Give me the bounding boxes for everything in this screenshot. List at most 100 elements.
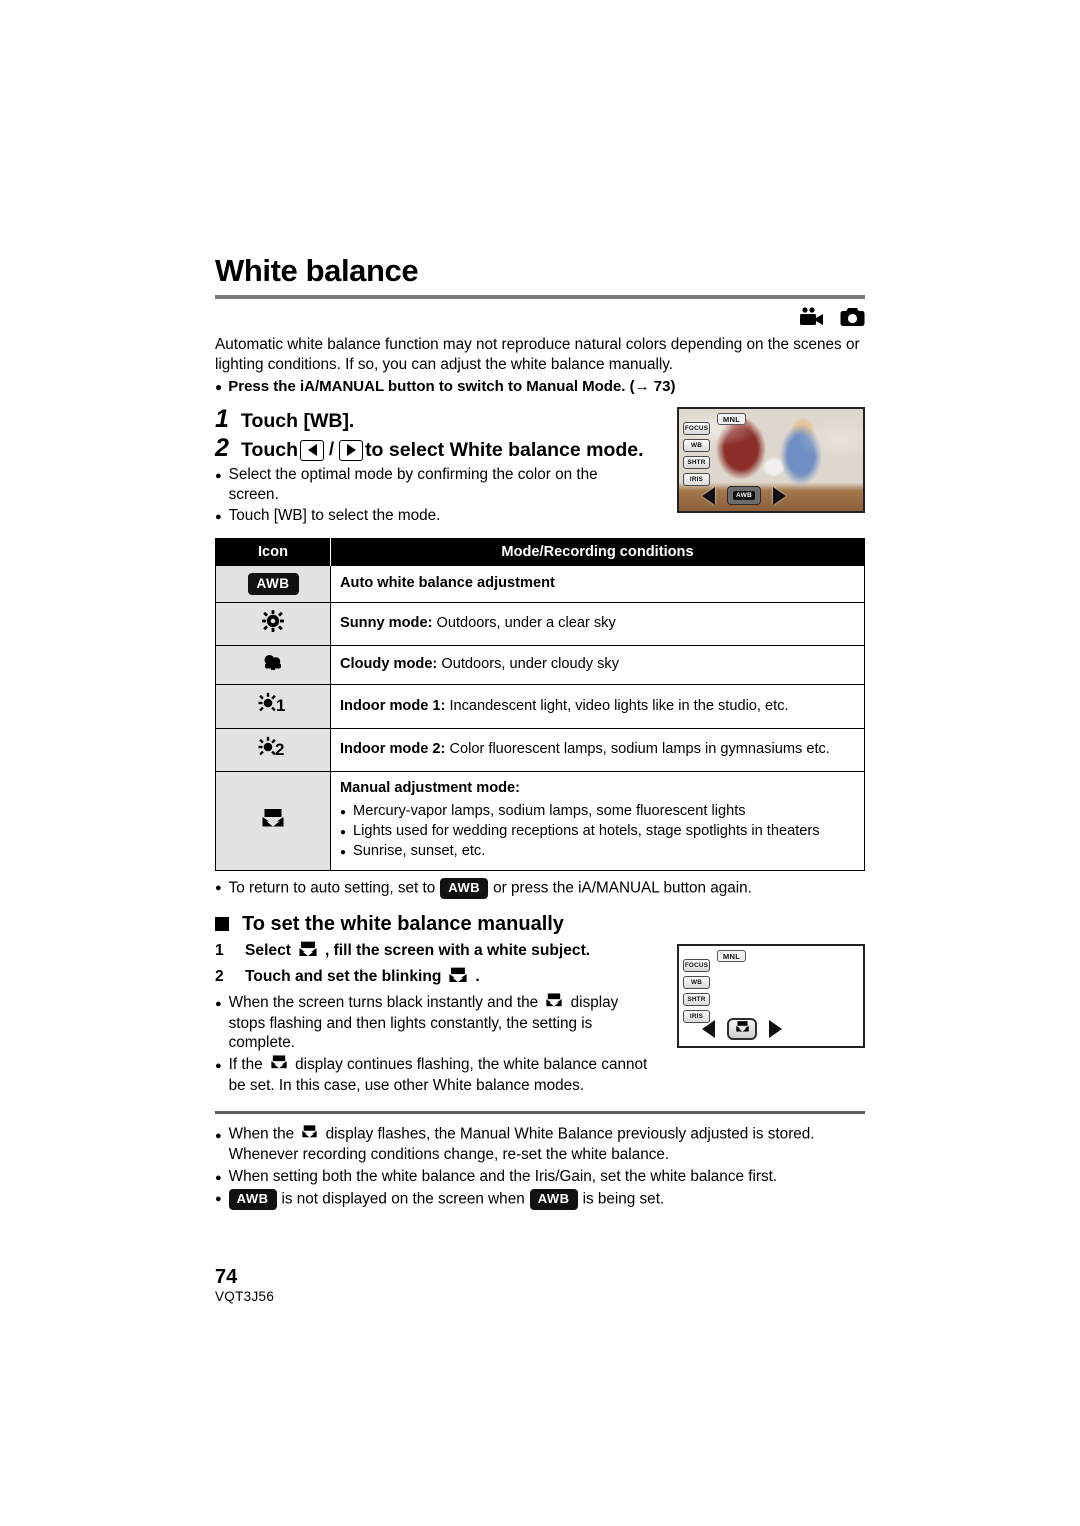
title-rule	[215, 294, 865, 299]
manual-section-heading: To set the white balance manually	[215, 913, 865, 935]
bullet-dot: ●	[215, 1129, 222, 1142]
sunny-icon	[262, 609, 284, 636]
lcd-overlay-2: MNL FOCUS WB SHTR IRIS	[679, 946, 863, 1046]
document-code: VQT3J56	[215, 1289, 275, 1304]
after-table-note: ● To return to auto setting, set to AWB or…	[215, 877, 865, 899]
camera-lcd-preview-2: MNL FOCUS WB SHTR IRIS	[677, 943, 865, 1048]
right-arrow-key-icon[interactable]	[339, 439, 364, 461]
page-number: 74	[215, 1266, 238, 1288]
bullet-dot: ●	[215, 380, 223, 395]
awb-badge-icon: AWB	[440, 877, 489, 899]
video-camera-icon	[798, 306, 824, 327]
final-notes: ● When the display flashes, the Manual W…	[215, 1124, 865, 1210]
icon-cell-indoor-2: 2	[215, 727, 331, 772]
mnl-badge: MNL	[717, 949, 747, 962]
lcd-right-arrow-icon[interactable]	[769, 1019, 782, 1038]
icon-cell-indoor-1: 1	[215, 684, 331, 729]
list-item-text: Sunrise, sunset, etc.	[353, 843, 486, 860]
page-content: White balance Automatic white balance fu…	[215, 253, 865, 1212]
lcd-button-shtr[interactable]: SHTR	[683, 992, 710, 1006]
step-bullets: ● Select the optimal mode by confirming …	[215, 465, 685, 526]
lcd-control-bar-2	[702, 1017, 782, 1040]
bullet-dot: ●	[215, 1060, 222, 1073]
row-lead: Cloudy mode:	[340, 656, 438, 673]
manual-step-2-before: Touch and set the blinking	[245, 968, 442, 986]
left-arrow-key-icon[interactable]	[300, 439, 325, 461]
steps-list: 1 Touch [WB]. 2 Touch / to select White …	[215, 407, 685, 525]
lcd-left-arrow-icon[interactable]	[702, 1019, 715, 1038]
bullet-dot: ●	[215, 469, 222, 482]
step-bullet-text: Touch [WB] to select the mode.	[228, 506, 441, 524]
intro-paragraph: Automatic white balance function may not…	[215, 335, 860, 373]
table-row: Manual adjustment mode: ● Mercury-vapor l…	[215, 771, 865, 871]
row-lead: Manual adjustment mode:	[340, 780, 521, 797]
lcd-button-wb[interactable]: WB	[683, 439, 710, 453]
lcd-left-arrow-icon[interactable]	[702, 486, 715, 505]
manual-steps-list: 1 Select , fill the screen with a white …	[215, 940, 685, 1096]
lcd-button-focus[interactable]: FOCUS	[683, 958, 710, 972]
step-2-label-before: Touch	[241, 438, 299, 461]
lcd-overlay-1: MNL FOCUS WB SHTR IRIS AWB	[679, 409, 863, 511]
page-footer: 74 VQT3J56	[215, 1266, 274, 1304]
intro-note: ● Press the iA/MANUAL button to switch t…	[215, 377, 865, 397]
indoor-2-icon: 2	[258, 736, 288, 762]
camera-lcd-preview-1: MNL FOCUS WB SHTR IRIS AWB	[677, 407, 865, 514]
mnl-badge: MNL	[717, 413, 747, 426]
step-bullet-item: ● Touch [WB] to select the mode.	[215, 506, 685, 526]
step-2-label-after: to select White balance mode.	[365, 438, 644, 461]
page-title: White balance	[215, 253, 419, 288]
list-item: ● Sunrise, sunset, etc.	[340, 842, 855, 861]
note-before: To return to auto setting, set to	[228, 879, 436, 897]
row-rest: Color fluorescent lamps, sodium lamps in…	[445, 741, 830, 758]
lcd-button-wb[interactable]: WB	[683, 975, 710, 989]
auto-reset-note-text: To return to auto setting, set to AWB or p…	[228, 877, 752, 899]
lcd-side-buttons-1: FOCUS WB SHTR IRIS	[683, 422, 710, 487]
manual-steps-section: 1 Select , fill the screen with a white …	[215, 940, 865, 1096]
table-header-row: Icon Mode/Recording conditions	[215, 538, 865, 566]
manual-white-balance-icon	[448, 966, 468, 989]
lcd-center-button-2[interactable]	[727, 1017, 757, 1040]
manual-white-balance-icon	[735, 1020, 750, 1038]
row-lead: Sunny mode:	[340, 615, 433, 632]
table-header-icon: Icon	[215, 538, 331, 566]
manual-step-1-number: 1	[215, 942, 224, 960]
list-item-text: Mercury-vapor lamps, sodium lamps, some …	[353, 802, 746, 819]
step-2-text: Touch / to select White balance mode.	[241, 439, 644, 462]
bullet-dot: ●	[215, 1171, 222, 1184]
bullet-dot: ●	[215, 881, 222, 894]
table-row: 1 Indoor mode 1: Incandescent light, vid…	[215, 684, 865, 729]
indoor-1-icon: 1	[258, 693, 288, 718]
mode-icons-row	[215, 305, 865, 329]
row-rest: Incandescent light, video lights like in…	[445, 697, 789, 714]
step-bullet-item: ● Select the optimal mode by confirming …	[215, 465, 685, 505]
bullet-before: When the screen turns black instantly an…	[228, 993, 539, 1011]
square-bullet-icon	[215, 916, 229, 931]
bullet-dot: ●	[340, 847, 347, 859]
note-middle: is not displayed on the screen when	[281, 1190, 525, 1208]
lcd-button-focus[interactable]: FOCUS	[683, 422, 710, 436]
row-lead: Indoor mode 1:	[340, 697, 446, 714]
note-item: ● When the display flashes, the Manual W…	[215, 1124, 865, 1165]
lcd-button-iris[interactable]: IRIS	[683, 473, 710, 487]
note-text: When the display flashes, the Manual Whi…	[229, 1124, 865, 1165]
white-balance-mode-table: Icon Mode/Recording conditions AWB Auto …	[215, 537, 865, 871]
icon-cell-awb: AWB	[215, 564, 331, 603]
manual-page: White balance Automatic white balance fu…	[0, 0, 1080, 1526]
row-text-sunny: Sunny mode: Outdoors, under a clear sky	[330, 601, 865, 646]
section-divider	[215, 1111, 865, 1115]
lcd-right-arrow-icon[interactable]	[773, 486, 786, 505]
step-1-text: Touch [WB].	[241, 410, 354, 433]
manual-white-balance-icon	[261, 808, 285, 833]
bullet-after: display continues flashing, the white ba…	[228, 1056, 648, 1095]
manual-white-balance-icon	[298, 940, 318, 963]
key-separator: /	[329, 439, 335, 460]
table-row: Cloudy mode: Outdoors, under cloudy sky	[215, 644, 865, 685]
note-after: or press the iA/MANUAL button again.	[493, 879, 752, 897]
table-row: 2 Indoor mode 2: Color fluorescent lamps…	[215, 727, 865, 772]
note-item: ● When setting both the white balance an…	[215, 1167, 865, 1187]
lcd-button-shtr[interactable]: SHTR	[683, 456, 710, 470]
table-row: AWB Auto white balance adjustment	[215, 564, 865, 603]
list-item: ● Mercury-vapor lamps, sodium lamps, some…	[340, 802, 855, 821]
cloudy-icon	[261, 654, 285, 675]
lcd-center-button-1[interactable]: AWB	[727, 486, 761, 506]
